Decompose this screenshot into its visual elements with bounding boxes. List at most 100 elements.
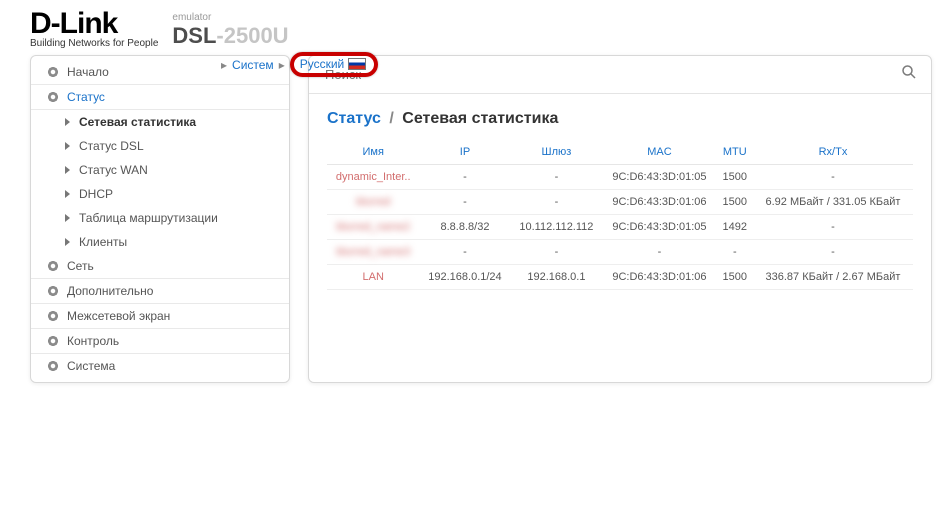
stats-table: Имя IP Шлюз MAC MTU Rx/Tx dynamic_Inter.… [327,140,913,290]
search-bar [309,56,931,94]
sidebar-item-label: Дополнительно [67,284,153,298]
cell-rxtx: 6.92 МБайт / 331.05 КБайт [753,190,913,215]
caret-right-icon [65,214,70,222]
emulator-label: emulator [172,12,288,23]
cell-gw: 192.168.0.1 [511,265,603,290]
gear-icon [47,260,59,272]
sidebar-item-label: Сетевая статистика [79,115,196,129]
header-breadcrumb: ▸ Систем ▸ Русский [218,52,378,77]
gear-icon [47,310,59,322]
sidebar-item-label: Система [67,359,115,373]
cell-gw: - [511,165,603,190]
cell-rxtx: - [753,240,913,265]
cell-name: blurred_name2 [327,215,419,240]
main-panel: Статус / Сетевая статистика Имя IP Шлюз … [308,55,932,383]
sidebar-item-12[interactable]: Система [31,354,289,378]
cell-gw: 10.112.112.112 [511,215,603,240]
cell-rxtx: - [753,165,913,190]
sidebar-item-label: Статус [67,90,105,104]
sidebar-item-1[interactable]: Статус [31,85,289,110]
cell-mtu: 1500 [717,190,753,215]
col-ip[interactable]: IP [419,140,510,165]
brand-slogan: Building Networks for People [30,38,158,49]
cell-ip: - [419,240,510,265]
sidebar-item-label: Межсетевой экран [67,309,170,323]
sidebar-item-label: Статус DSL [79,139,144,153]
gear-icon [47,360,59,372]
cell-ip: - [419,190,510,215]
sidebar-item-6[interactable]: Таблица маршрутизации [31,206,289,230]
table-row[interactable]: LAN192.168.0.1/24192.168.0.19C:D6:43:3D:… [327,265,913,290]
sidebar-item-label: DHCP [79,187,113,201]
cell-mac: 9C:D6:43:3D:01:05 [602,165,716,190]
caret-right-icon [65,238,70,246]
gear-icon [47,285,59,297]
table-row[interactable]: blurred--9C:D6:43:3D:01:0615006.92 МБайт… [327,190,913,215]
col-mtu[interactable]: MTU [717,140,753,165]
cell-mtu: 1500 [717,165,753,190]
sidebar-item-10[interactable]: Межсетевой экран [31,304,289,329]
brand-name: D-Link [30,10,158,37]
language-selector[interactable]: Русский [290,52,379,77]
cell-rxtx: - [753,215,913,240]
cell-mac: 9C:D6:43:3D:01:05 [602,215,716,240]
sidebar-item-label: Начало [67,65,109,79]
breadcrumb: Статус / Сетевая статистика [327,110,913,128]
cell-name: blurred [327,190,419,215]
col-rxtx[interactable]: Rx/Tx [753,140,913,165]
cell-mtu: - [717,240,753,265]
cell-gw: - [511,190,603,215]
sidebar-item-label: Клиенты [79,235,127,249]
caret-right-icon [65,142,70,150]
cell-mac: 9C:D6:43:3D:01:06 [602,265,716,290]
sidebar-item-2[interactable]: Сетевая статистика [31,110,289,134]
breadcrumb-current: Сетевая статистика [402,110,558,127]
sidebar-item-9[interactable]: Дополнительно [31,279,289,304]
chevron-right-icon: ▸ [279,58,285,72]
model-name: DSL-2500U [172,23,288,49]
cell-name: LAN [327,265,419,290]
gear-icon [47,91,59,103]
sidebar-item-11[interactable]: Контроль [31,329,289,354]
gear-icon [47,335,59,347]
search-input[interactable] [323,66,893,83]
search-icon[interactable] [901,64,917,85]
caret-right-icon [65,190,70,198]
gear-icon [47,66,59,78]
sidebar: Начало Статус Сетевая статистика Статус DSL… [30,55,290,383]
cell-mtu: 1492 [717,215,753,240]
col-name[interactable]: Имя [327,140,419,165]
cell-ip: 8.8.8.8/32 [419,215,510,240]
breadcrumb-separator: / [385,110,397,127]
cell-rxtx: 336.87 КБайт / 2.67 МБайт [753,265,913,290]
table-row[interactable]: blurred_name28.8.8.8/3210.112.112.1129C:… [327,215,913,240]
brand-logo: D-Link Building Networks for People [30,10,158,49]
sidebar-item-label: Контроль [67,334,119,348]
caret-right-icon [65,166,70,174]
cell-name: dynamic_Inter.. [327,165,419,190]
sidebar-item-4[interactable]: Статус WAN [31,158,289,182]
header: D-Link Building Networks for People emul… [0,0,950,55]
chevron-right-icon: ▸ [221,58,227,72]
cell-name: blurred_name3 [327,240,419,265]
sidebar-item-3[interactable]: Статус DSL [31,134,289,158]
model-box: emulator DSL-2500U [172,12,288,49]
russia-flag-icon [348,58,366,70]
table-row[interactable]: blurred_name3----- [327,240,913,265]
sidebar-item-5[interactable]: DHCP [31,182,289,206]
sidebar-item-8[interactable]: Сеть [31,254,289,279]
breadcrumb-root[interactable]: Статус [327,110,381,127]
crumb-system[interactable]: Систем [232,58,274,72]
language-label[interactable]: Русский [300,57,345,71]
sidebar-item-label: Статус WAN [79,163,148,177]
cell-mac: 9C:D6:43:3D:01:06 [602,190,716,215]
cell-ip: 192.168.0.1/24 [419,265,510,290]
table-row[interactable]: dynamic_Inter..--9C:D6:43:3D:01:051500- [327,165,913,190]
sidebar-item-label: Сеть [67,259,94,273]
sidebar-item-7[interactable]: Клиенты [31,230,289,254]
col-mac[interactable]: MAC [602,140,716,165]
cell-gw: - [511,240,603,265]
cell-ip: - [419,165,510,190]
col-gw[interactable]: Шлюз [511,140,603,165]
cell-mac: - [602,240,716,265]
